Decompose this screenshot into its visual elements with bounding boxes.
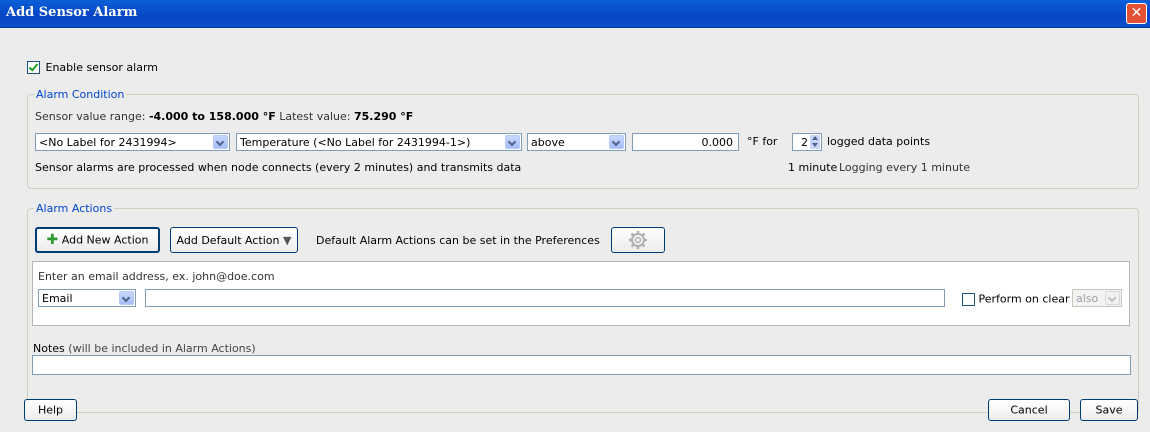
chevron-down-icon[interactable] bbox=[119, 291, 134, 305]
cancel-button[interactable]: Cancel bbox=[988, 399, 1070, 421]
node-select[interactable]: <No Label for 2431994> bbox=[35, 133, 230, 151]
enable-alarm-checkbox[interactable] bbox=[27, 60, 40, 74]
latest-value: 75.290 °F bbox=[353, 110, 414, 123]
sensor-range-line: Sensor value range: -4.000 to 158.000 °F… bbox=[35, 110, 413, 123]
action-panel: Enter an email address, ex. john@doe.com… bbox=[32, 261, 1130, 326]
triangle-down-icon: ▼ bbox=[282, 233, 292, 247]
alarm-actions-legend: Alarm Actions bbox=[34, 202, 115, 215]
threshold-value: 0.000 bbox=[701, 136, 734, 149]
enable-alarm-row[interactable]: Enable sensor alarm bbox=[27, 60, 158, 74]
alarm-condition-legend: Alarm Condition bbox=[34, 88, 127, 101]
perform-on-clear-checkbox[interactable] bbox=[962, 292, 975, 306]
email-hint: Enter an email address, ex. john@doe.com bbox=[38, 270, 275, 283]
comparison-select[interactable]: above bbox=[527, 133, 626, 151]
add-default-action-button[interactable]: Add Default Action ▼ bbox=[170, 227, 298, 253]
perform-on-clear-row[interactable]: Perform on clear bbox=[962, 292, 1070, 306]
cancel-label: Cancel bbox=[1010, 403, 1048, 417]
threshold-input[interactable]: 0.000 bbox=[632, 133, 739, 151]
help-label: Help bbox=[37, 403, 64, 417]
also-select[interactable]: also bbox=[1072, 289, 1122, 307]
node-select-value: <No Label for 2431994> bbox=[39, 136, 177, 149]
sensor-select-value: Temperature (<No Label for 2431994-1>) bbox=[240, 136, 471, 149]
notes-subtitle: (will be included in Alarm Actions) bbox=[68, 342, 256, 355]
points-spinner[interactable]: 2 bbox=[792, 133, 822, 151]
action-type-select[interactable]: Email bbox=[38, 289, 136, 307]
points-value: 2 bbox=[801, 136, 808, 149]
save-button[interactable]: Save bbox=[1080, 399, 1138, 421]
window-title: Add Sensor Alarm bbox=[6, 5, 138, 20]
save-label: Save bbox=[1095, 403, 1123, 417]
notes-input[interactable] bbox=[32, 355, 1131, 375]
alarm-condition-group: Alarm Condition Sensor value range: -4.0… bbox=[27, 88, 1139, 189]
also-select-value: also bbox=[1076, 292, 1099, 305]
gear-icon bbox=[629, 231, 647, 249]
comparison-select-value: above bbox=[531, 136, 565, 149]
add-default-action-label: Add Default Action bbox=[176, 233, 280, 247]
add-new-action-label: Add New Action bbox=[61, 233, 149, 247]
chevron-down-icon[interactable] bbox=[609, 135, 624, 149]
notes-label: Notes bbox=[33, 342, 65, 355]
duration-label: 1 minute bbox=[788, 161, 838, 174]
range-label: Sensor value range: bbox=[35, 110, 146, 123]
notes-label-row: Notes (will be included in Alarm Actions… bbox=[33, 342, 256, 355]
chevron-down-icon[interactable] bbox=[1105, 291, 1120, 305]
points-label: logged data points bbox=[827, 135, 931, 148]
unit-for-label: °F for bbox=[747, 135, 778, 148]
chevron-down-icon[interactable] bbox=[213, 135, 228, 149]
enable-alarm-label: Enable sensor alarm bbox=[45, 60, 159, 74]
plus-icon: ✚ bbox=[46, 232, 59, 248]
action-type-value: Email bbox=[42, 292, 73, 305]
title-bar: Add Sensor Alarm ✕ bbox=[0, 0, 1150, 28]
perform-on-clear-label: Perform on clear bbox=[978, 292, 1070, 306]
alarm-actions-group: Alarm Actions ✚ Add New Action Add Defau… bbox=[27, 202, 1139, 413]
help-button[interactable]: Help bbox=[24, 399, 77, 421]
latest-label: Latest value: bbox=[279, 110, 351, 123]
spinner-down-icon[interactable] bbox=[810, 142, 820, 149]
spinner-up-icon[interactable] bbox=[810, 135, 820, 142]
add-new-action-button[interactable]: ✚ Add New Action bbox=[35, 227, 160, 253]
email-input[interactable] bbox=[145, 289, 945, 307]
chevron-down-icon[interactable] bbox=[505, 135, 520, 149]
dialog-body: Enable sensor alarm Alarm Condition Sens… bbox=[0, 28, 1150, 432]
logging-label: Logging every 1 minute bbox=[839, 161, 971, 174]
close-icon[interactable]: ✕ bbox=[1126, 3, 1147, 24]
preferences-button[interactable] bbox=[611, 227, 665, 253]
sensor-select[interactable]: Temperature (<No Label for 2431994-1>) bbox=[236, 133, 522, 151]
range-value: -4.000 to 158.000 °F bbox=[148, 110, 276, 123]
processing-note: Sensor alarms are processed when node co… bbox=[35, 161, 522, 174]
default-actions-note: Default Alarm Actions can be set in the … bbox=[316, 234, 600, 247]
